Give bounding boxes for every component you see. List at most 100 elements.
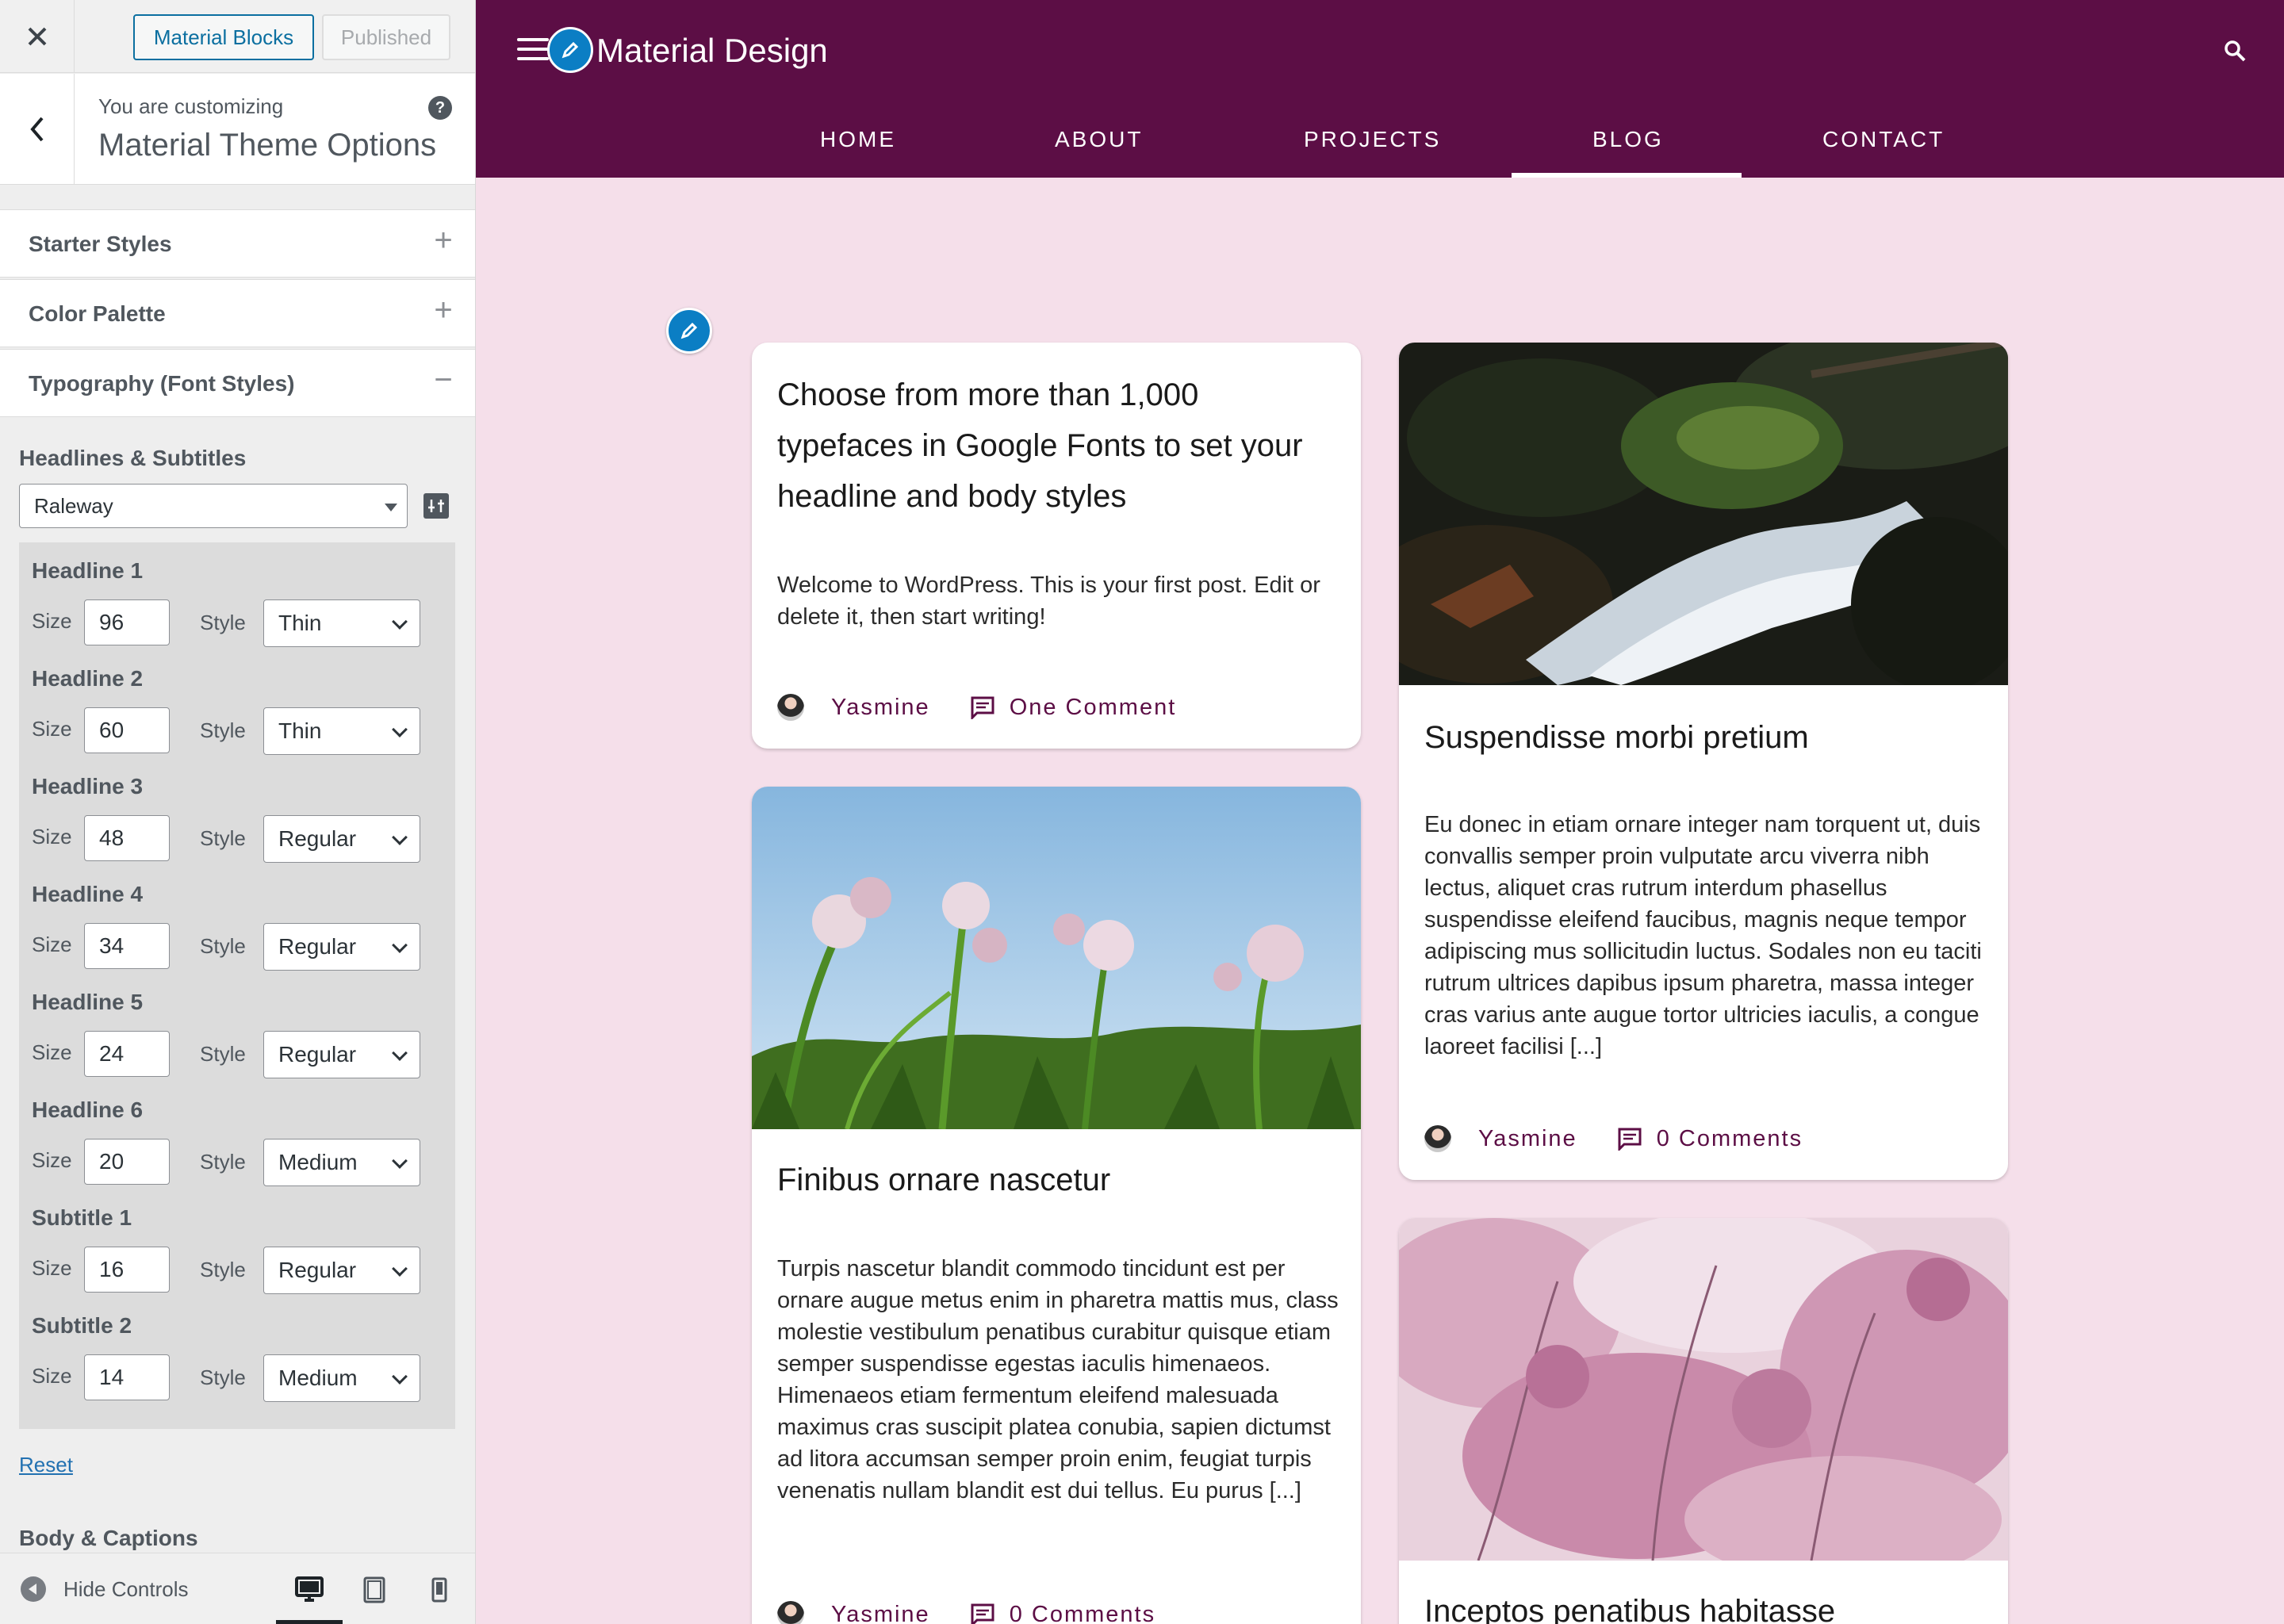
menu-icon[interactable] (517, 38, 549, 63)
reset-link[interactable]: Reset (19, 1453, 73, 1477)
style-value: Regular (278, 826, 357, 851)
headline-row: Subtitle 1 Size 16 Style Regular (19, 1189, 455, 1297)
post-excerpt: Welcome to WordPress. This is your first… (777, 573, 1320, 630)
site-header: Material Design HOME ABOUT PROJECTS BLOG… (476, 0, 2284, 178)
font-settings-icon[interactable] (423, 493, 449, 519)
author-link[interactable]: Yasmine (1478, 1126, 1577, 1152)
hide-controls-button[interactable]: Hide Controls (63, 1577, 189, 1602)
nav-about[interactable]: ABOUT (1055, 127, 1143, 152)
style-value: Medium (278, 1150, 358, 1174)
size-label: Size (32, 717, 72, 741)
headline-row: Headline 3 Size 48 Style Regular (19, 758, 455, 866)
size-input[interactable]: 34 (84, 923, 170, 969)
size-input[interactable]: 96 (84, 599, 170, 645)
post-image-waterfall[interactable] (1399, 343, 2008, 685)
avatar (1424, 1125, 1451, 1152)
chevron-down-icon (392, 937, 408, 953)
size-input[interactable]: 14 (84, 1354, 170, 1400)
style-select[interactable]: Thin (263, 599, 420, 647)
post-title[interactable]: Choose from more than 1,000 typefaces in… (777, 370, 1332, 522)
style-select[interactable]: Thin (263, 707, 420, 755)
style-value: Regular (278, 934, 357, 959)
size-input[interactable]: 48 (84, 815, 170, 861)
section-label: Starter Styles (29, 232, 172, 256)
style-select[interactable]: Regular (263, 923, 420, 971)
edit-pencil-icon[interactable] (666, 308, 712, 354)
style-label: Style (200, 1042, 246, 1066)
comment-icon (971, 1603, 994, 1624)
post-meta: Yasmine 0 Comments (1424, 1123, 1803, 1155)
collapse-minus-icon: − (434, 362, 453, 397)
headline-row: Headline 4 Size 34 Style Regular (19, 866, 455, 974)
font-family-value: Raleway (34, 494, 113, 518)
published-button[interactable]: Published (322, 14, 450, 60)
style-select[interactable]: Regular (263, 1031, 420, 1078)
collapse-arrow-icon[interactable] (21, 1576, 46, 1602)
back-button[interactable] (0, 74, 75, 185)
section-color-palette[interactable]: Color Palette + (0, 279, 475, 347)
style-label: Style (200, 1150, 246, 1174)
style-select[interactable]: Medium (263, 1139, 420, 1186)
style-select[interactable]: Medium (263, 1354, 420, 1402)
section-label: Typography (Font Styles) (29, 371, 295, 396)
customizing-info: You are customizing Material Theme Optio… (0, 74, 475, 185)
close-customizer-button[interactable] (0, 0, 75, 73)
style-select[interactable]: Regular (263, 815, 420, 863)
style-select[interactable]: Regular (263, 1247, 420, 1294)
panel-title: Material Theme Options (98, 128, 437, 163)
post-excerpt: Eu donec in etiam ornare integer nam tor… (1424, 812, 1982, 1059)
post-image-flowers[interactable] (752, 787, 1361, 1129)
tablet-icon[interactable] (357, 1572, 392, 1607)
headline-row: Headline 6 Size 20 Style Medium (19, 1082, 455, 1189)
size-input[interactable]: 24 (84, 1031, 170, 1077)
expand-plus-icon: + (434, 223, 453, 258)
post-title[interactable]: Finibus ornare nascetur (777, 1155, 1332, 1205)
headline-name: Headline 6 (32, 1097, 144, 1122)
author-link[interactable]: Yasmine (831, 1602, 930, 1624)
nav-contact[interactable]: CONTACT (1822, 127, 1945, 152)
font-family-select[interactable]: Raleway (19, 484, 408, 528)
nav-projects[interactable]: PROJECTS (1304, 127, 1441, 152)
desktop-icon[interactable] (292, 1572, 327, 1607)
site-title[interactable]: Material Design (596, 32, 828, 70)
customizer-sidebar: Material Blocks Published You are custom… (0, 0, 476, 1624)
chevron-down-icon (392, 1369, 408, 1385)
comments-link[interactable]: 0 Comments (1010, 1602, 1155, 1624)
size-input[interactable]: 20 (84, 1139, 170, 1185)
mobile-icon[interactable] (422, 1572, 457, 1607)
nav-blog[interactable]: BLOG (1592, 127, 1664, 152)
post-excerpt: Turpis nascetur blandit commodo tincidun… (777, 1256, 1339, 1503)
post-title[interactable]: Inceptos penatibus habitasse (1424, 1586, 1979, 1624)
section-starter-styles[interactable]: Starter Styles + (0, 209, 475, 278)
post-card[interactable]: Inceptos penatibus habitasse (1399, 1218, 2008, 1624)
search-icon[interactable] (2222, 38, 2248, 63)
size-input[interactable]: 60 (84, 707, 170, 753)
headline-name: Headline 2 (32, 666, 144, 691)
avatar (777, 694, 804, 721)
headline-name: Headline 3 (32, 774, 144, 799)
style-value: Regular (278, 1042, 357, 1067)
comments-link[interactable]: One Comment (1010, 695, 1177, 721)
edit-pencil-icon[interactable] (547, 27, 593, 73)
headlines-subtitles-label: Headlines & Subtitles (19, 446, 247, 470)
post-title[interactable]: Suspendisse morbi pretium (1424, 712, 1979, 763)
comment-icon (1618, 1128, 1642, 1151)
post-image-pink-flowers[interactable] (1399, 1218, 2008, 1561)
body-captions-label: Body & Captions (19, 1526, 198, 1550)
post-card[interactable]: Finibus ornare nascetur Turpis nascetur … (752, 787, 1361, 1624)
style-label: Style (200, 934, 246, 958)
size-label: Size (32, 1040, 72, 1064)
post-card[interactable]: Suspendisse morbi pretium Eu donec in et… (1399, 343, 2008, 1180)
comments-link[interactable]: 0 Comments (1657, 1126, 1803, 1152)
material-blocks-button[interactable]: Material Blocks (133, 14, 314, 60)
help-icon[interactable]: ? (428, 96, 452, 120)
author-link[interactable]: Yasmine (831, 695, 930, 721)
nav-home[interactable]: HOME (820, 127, 896, 152)
post-card[interactable]: Choose from more than 1,000 typefaces in… (752, 343, 1361, 749)
size-input[interactable]: 16 (84, 1247, 170, 1293)
headline-name: Headline 1 (32, 558, 144, 583)
expand-plus-icon: + (434, 293, 453, 327)
headline-row: Headline 2 Size 60 Style Thin (19, 650, 455, 758)
headline-name: Subtitle 2 (32, 1313, 132, 1338)
section-typography[interactable]: Typography (Font Styles) − (0, 349, 475, 417)
